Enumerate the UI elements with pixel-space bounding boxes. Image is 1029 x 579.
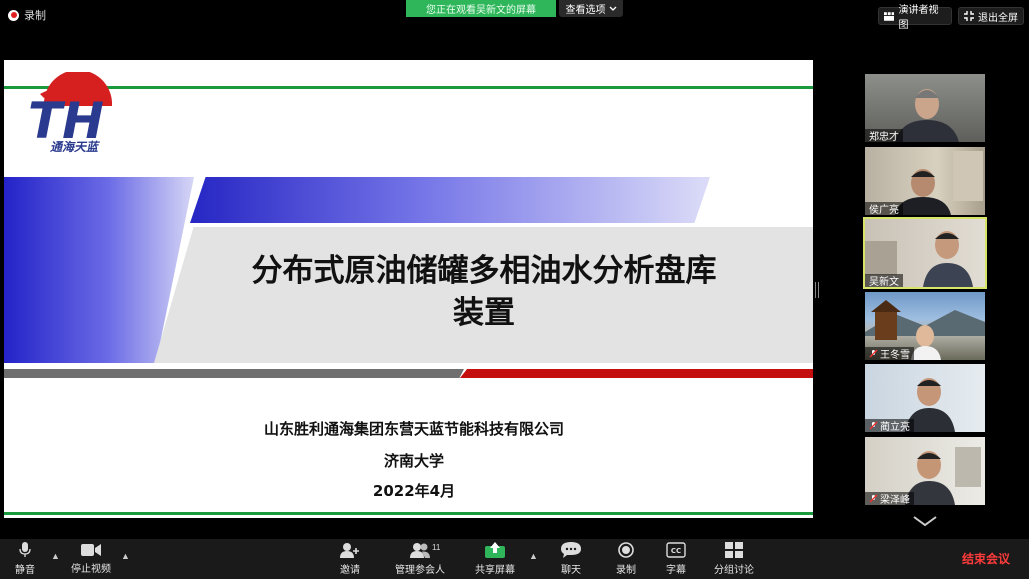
participant-tile[interactable]: 侯广亮 xyxy=(865,147,985,215)
captions-button[interactable]: CC 字幕 xyxy=(661,539,691,579)
share-options-caret[interactable]: ▲ xyxy=(529,551,538,561)
logo-text: 通海天蓝 xyxy=(50,140,99,154)
add-user-icon xyxy=(340,543,359,558)
view-options-button[interactable]: 查看选项 xyxy=(559,0,623,17)
participant-count-badge: 11 xyxy=(432,543,441,552)
share-screen-icon xyxy=(485,542,505,558)
exit-fullscreen-button[interactable]: 退出全屏 xyxy=(958,7,1024,25)
participant-tile-active[interactable]: 吴新文 xyxy=(863,217,987,289)
decor-bar-gray xyxy=(4,369,464,378)
split-handle[interactable] xyxy=(815,282,819,298)
record-indicator: 录制 xyxy=(8,7,46,23)
participant-name-bar: 吴新文 xyxy=(865,274,903,287)
breakout-grid-icon xyxy=(725,542,743,558)
decor-band-top xyxy=(190,177,710,223)
svg-text:CC: CC xyxy=(671,547,681,555)
slide-company: 山东胜利通海集团东营天蓝节能科技有限公司 xyxy=(263,420,564,438)
speaker-view-button[interactable]: 演讲者视图 xyxy=(878,5,952,31)
exit-fullscreen-icon xyxy=(964,11,974,21)
chat-bubble-icon xyxy=(561,542,581,558)
shared-screen: TH 通海天蓝 分布式原油储罐多相油水分析盘库 装置 山东胜利通海集团东营天蓝节… xyxy=(4,60,813,518)
participant-name-bar: 梁泽峰 xyxy=(865,492,914,505)
mute-button[interactable]: 静音 xyxy=(8,539,42,579)
participant-tile[interactable]: 王冬雪 xyxy=(865,292,985,360)
mic-muted-icon xyxy=(869,349,878,358)
stop-video-button[interactable]: 停止视频 xyxy=(66,539,116,579)
video-options-caret[interactable]: ▲ xyxy=(121,551,130,561)
participant-name-bar: 郑忠才 xyxy=(865,129,903,142)
share-banner: 您正在观看吴新文的屏幕 xyxy=(406,0,556,17)
closed-captions-icon: CC xyxy=(666,542,686,558)
slide-date: 2022年4月 xyxy=(372,482,456,500)
record-icon xyxy=(8,9,19,21)
decor-bar-red xyxy=(460,369,813,378)
exit-fullscreen-label: 退出全屏 xyxy=(978,12,1018,24)
slide-title-line2: 装置 xyxy=(453,295,515,331)
speaker-view-label: 演讲者视图 xyxy=(898,5,939,31)
participant-name-bar: 蔺立亮 xyxy=(865,419,914,432)
slide-university: 济南大学 xyxy=(383,452,444,470)
record-circle-icon xyxy=(618,542,634,558)
invite-button[interactable]: 邀请 xyxy=(334,539,366,579)
participant-name-bar: 王冬雪 xyxy=(865,347,914,360)
chevron-down-icon xyxy=(609,6,616,11)
slide-bottom-line xyxy=(4,512,813,515)
end-meeting-button[interactable]: 结束会议 xyxy=(962,550,1010,567)
record-button[interactable]: 录制 xyxy=(611,539,641,579)
mic-muted-icon xyxy=(869,421,878,430)
meeting-toolbar: 静音 ▲ 停止视频 ▲ 邀请 管理参会人 11 共享屏幕 ▲ 聊天 录制 CC … xyxy=(0,539,1029,579)
microphone-icon xyxy=(19,542,31,557)
participants-icon xyxy=(410,543,430,558)
participant-tile[interactable]: 梁泽峰 xyxy=(865,437,985,505)
participant-tile[interactable]: 郑忠才 xyxy=(865,74,985,142)
record-label: 录制 xyxy=(24,10,46,22)
participant-tile[interactable]: 蔺立亮 xyxy=(865,364,985,432)
participant-name-bar: 侯广亮 xyxy=(865,202,903,215)
manage-participants-button[interactable]: 管理参会人 xyxy=(390,539,450,579)
slide-title: 分布式原油储罐多相油水分析盘库 装置 xyxy=(174,250,794,334)
video-camera-icon xyxy=(81,544,101,556)
chat-button[interactable]: 聊天 xyxy=(556,539,586,579)
view-options-label: 查看选项 xyxy=(565,5,606,16)
slide-title-line1: 分布式原油储罐多相油水分析盘库 xyxy=(251,253,717,289)
grid-view-icon xyxy=(884,11,895,21)
share-screen-button[interactable]: 共享屏幕 xyxy=(470,539,520,579)
mic-muted-icon xyxy=(869,494,878,503)
scroll-down-chevron-icon[interactable] xyxy=(911,515,939,527)
slide-top-line xyxy=(4,86,813,89)
breakout-rooms-button[interactable]: 分组讨论 xyxy=(710,539,758,579)
mute-options-caret[interactable]: ▲ xyxy=(51,551,60,561)
